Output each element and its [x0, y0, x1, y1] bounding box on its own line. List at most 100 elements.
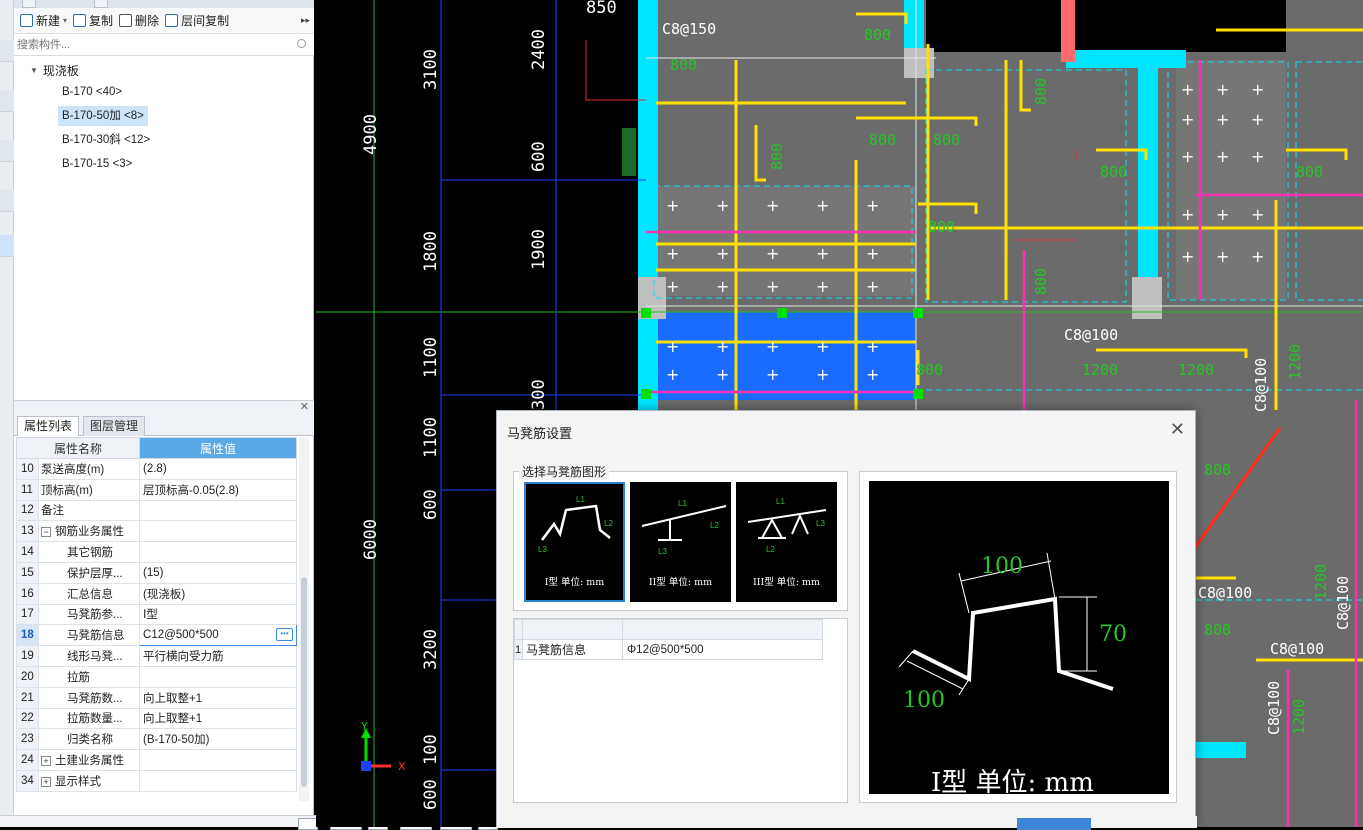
row-num: 13 — [16, 520, 39, 543]
row-value[interactable]: 向上取整+1 — [139, 686, 298, 709]
component-search — [14, 34, 314, 56]
svg-text:+: + — [1251, 110, 1264, 129]
chevron-down-icon[interactable]: ▾ — [63, 16, 67, 25]
shape-caption: II型 单位: mm — [648, 577, 713, 588]
svg-text:L1: L1 — [776, 497, 785, 506]
row-value[interactable]: 平行横向受力筋 — [139, 645, 298, 667]
dim-label: 1100 — [421, 337, 441, 378]
table-row[interactable]: 23 归类名称 (B-170-50加) — [16, 728, 298, 751]
row-num: 23 — [16, 728, 39, 751]
search-input[interactable] — [17, 36, 292, 54]
svg-text:+: + — [1251, 205, 1264, 224]
preview-canvas: 100 70 100 I型 单位: mm — [869, 481, 1169, 798]
dock-tab[interactable] — [0, 40, 14, 62]
row-value[interactable] — [139, 541, 298, 563]
table-row[interactable]: 11 顶标高(m) 层顶标高-0.05(2.8) — [16, 478, 298, 501]
row-num: 10 — [16, 458, 39, 480]
rebar-label: 1200 — [1312, 564, 1330, 600]
dock-tab[interactable] — [0, 140, 14, 162]
rebar-label: C8@100 — [1198, 584, 1252, 602]
dim-label: 600 — [421, 489, 441, 520]
new-button[interactable]: 新建 ▾ — [20, 12, 67, 29]
tab-property-list[interactable]: 属性列表 — [17, 416, 80, 436]
close-icon[interactable]: ✕ — [1170, 420, 1185, 438]
svg-text:+: + — [716, 244, 729, 263]
scrollbar-thumb[interactable] — [301, 577, 307, 787]
dock-tab[interactable] — [0, 190, 14, 212]
rebar-label: 800 — [1032, 78, 1050, 105]
tab-component-list[interactable] — [22, 0, 36, 8]
table-row[interactable]: 10 泵送高度(m) (2.8) — [16, 458, 298, 480]
ellipsis-button[interactable]: ••• — [276, 628, 294, 642]
property-scrollbar[interactable] — [299, 437, 309, 801]
svg-text:+: + — [866, 337, 879, 356]
floor-copy-button[interactable]: 层间复制 — [165, 12, 229, 29]
table-row[interactable]: 22 拉筋数量... 向上取整+1 — [16, 707, 298, 730]
ok-button[interactable] — [1017, 818, 1091, 830]
caret-down-icon[interactable]: ▼ — [30, 66, 38, 75]
tab-component-manage[interactable] — [94, 0, 108, 8]
collapse-icon[interactable]: − — [41, 527, 51, 538]
panel-splitter[interactable]: ✕ — [14, 400, 314, 414]
table-row[interactable]: 1 马凳筋信息 Φ12@500*500 — [514, 639, 823, 660]
shape-option-type1[interactable]: L1 L2 L3 I型 单位: mm — [524, 482, 625, 602]
close-icon[interactable]: ✕ — [300, 400, 309, 413]
table-row-group[interactable]: 34 + 显示样式 — [16, 769, 298, 792]
table-row-group[interactable]: 13− 钢筋业务属性 — [16, 520, 298, 543]
row-value[interactable]: 向上取整+1 — [139, 707, 298, 730]
table-row[interactable]: 16 汇总信息 (现浇板) — [16, 582, 298, 605]
row-value[interactable]: Ⅰ型 — [139, 603, 298, 626]
rebar-label: 800 — [869, 131, 896, 149]
svg-text:L3: L3 — [816, 519, 825, 528]
svg-text:L2: L2 — [766, 545, 775, 554]
table-row[interactable]: 17 马凳筋参... Ⅰ型 — [16, 603, 298, 626]
row-value[interactable]: (B-170-50加) — [139, 728, 298, 751]
table-row-group[interactable]: 24 + 土建业务属性 — [16, 749, 298, 771]
row-value[interactable]: (2.8) — [139, 458, 298, 480]
shape-select-group: L1 L2 L3 I型 单位: mm L1 L2 L3 II型 单位: mm L… — [513, 471, 848, 611]
shape-option-type2[interactable]: L1 L2 L3 II型 单位: mm — [630, 482, 731, 602]
row-value[interactable] — [139, 665, 298, 688]
rebar-label: 800 — [1032, 268, 1050, 295]
row-value[interactable] — [139, 499, 298, 522]
tab-layer-manage[interactable]: 图层管理 — [83, 416, 146, 436]
table-row[interactable]: 19 线形马凳... 平行横向受力筋 — [16, 645, 298, 667]
dock-tab[interactable] — [0, 235, 14, 257]
row-value[interactable]: (现浇板) — [139, 582, 298, 605]
svg-text:+: + — [766, 277, 779, 296]
svg-text:+: + — [666, 365, 679, 384]
delete-button[interactable]: 删除 — [119, 12, 159, 29]
row-value[interactable]: 层顶标高-0.05(2.8) — [139, 478, 298, 501]
svg-text:+: + — [716, 337, 729, 356]
tree-item[interactable]: B-170-30斜 <12> — [58, 130, 154, 150]
selected-slab[interactable] — [646, 312, 916, 400]
copy-button[interactable]: 复制 — [73, 12, 113, 29]
search-icon[interactable] — [297, 39, 306, 48]
table-row-selected[interactable]: 18 马凳筋信息 C12@500*500 ••• — [16, 624, 298, 647]
tree-root-cast-slab[interactable]: ▼ 现浇板 — [30, 62, 79, 79]
stirrup-value-cell[interactable]: Φ12@500*500 — [622, 639, 823, 660]
stirrup-info-field[interactable]: C12@500*500 ••• — [139, 624, 298, 647]
shape-group-label: 选择马凳筋图形 — [519, 463, 610, 480]
table-row[interactable]: 14 其它钢筋 — [16, 541, 298, 563]
rebar-label: 800 — [928, 218, 955, 236]
status-toggle[interactable] — [298, 818, 318, 830]
tree-root-label: 现浇板 — [42, 64, 79, 78]
expand-icon[interactable]: + — [41, 776, 51, 787]
expand-icon[interactable]: + — [41, 756, 51, 767]
table-row[interactable]: 21 马凳筋数... 向上取整+1 — [16, 686, 298, 709]
table-row[interactable]: 15 保护层厚... (15) — [16, 561, 298, 584]
new-label: 新建 — [36, 14, 61, 28]
row-value[interactable]: (15) — [139, 561, 298, 584]
table-row[interactable]: 20 拉筋 — [16, 665, 298, 688]
shape-option-type3[interactable]: L1 L3 L2 III型 单位: mm — [736, 482, 837, 602]
dock-tab[interactable] — [0, 90, 14, 112]
tree-item-selected[interactable]: B-170-50加 <8> — [58, 106, 148, 126]
svg-text:+: + — [766, 244, 779, 263]
dim-label: 300 — [529, 379, 549, 410]
svg-text:+: + — [866, 196, 879, 215]
more-icon[interactable]: ▸▸ — [301, 15, 310, 26]
table-row[interactable]: 12 备注 — [16, 499, 298, 522]
tree-item[interactable]: B-170-15 <3> — [58, 154, 136, 174]
tree-item[interactable]: B-170 <40> — [58, 82, 126, 102]
